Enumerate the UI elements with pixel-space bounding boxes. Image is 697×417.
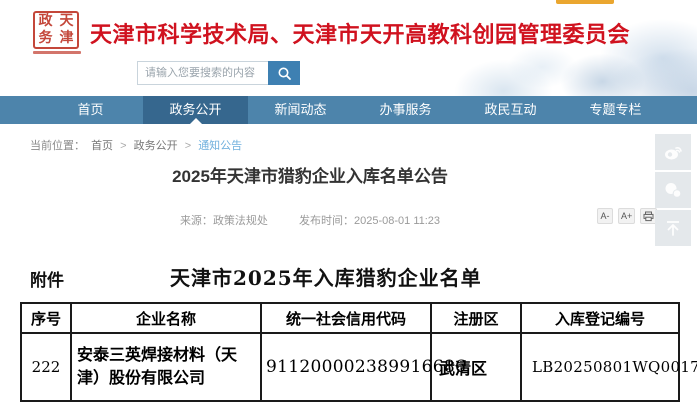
- font-increase-button[interactable]: A+: [618, 208, 635, 224]
- nav-item-special-topics[interactable]: 专题专栏: [563, 96, 668, 124]
- time-value: 2025-08-01 11:23: [354, 215, 440, 227]
- nav-item-news[interactable]: 新闻动态: [248, 96, 353, 124]
- site-logo-seal: 政 天 务 津: [33, 11, 87, 59]
- cell-credit-code: 911200002389916686: [261, 333, 431, 401]
- font-controls: A- A+: [597, 208, 657, 224]
- share-toolbar: [655, 134, 691, 246]
- top-float-tab: [556, 0, 614, 4]
- nav-item-interaction[interactable]: 政民互动: [458, 96, 563, 124]
- col-header-company: 企业名称: [71, 303, 261, 333]
- seal-char: 政: [35, 13, 56, 30]
- arrow-up-icon: [662, 217, 684, 239]
- breadcrumb: 当前位置： 首页 > 政务公开 > 通知公告: [30, 137, 245, 153]
- col-header-reg-no: 入库登记编号: [521, 303, 679, 333]
- breadcrumb-separator: >: [120, 140, 126, 152]
- share-wechat-button[interactable]: [655, 172, 691, 208]
- source-value: 政策法规处: [213, 215, 268, 227]
- site-title: 天津市科学技术局、天津市天开高教科创园管理委员会: [90, 17, 630, 49]
- cell-district: 武清区: [431, 333, 521, 401]
- nav-item-gov-disclosure[interactable]: 政务公开: [143, 96, 248, 124]
- article-publish-time: 发布时间：2025-08-01 11:23: [299, 215, 440, 227]
- printer-icon: [643, 211, 654, 222]
- back-to-top-button[interactable]: [655, 210, 691, 246]
- seal-char: 津: [56, 30, 77, 47]
- attachment-doc-title: 天津市2025年入库猎豹企业名单: [170, 262, 482, 291]
- attachment-label: 附件: [30, 266, 64, 291]
- nav-item-home[interactable]: 首页: [38, 96, 143, 124]
- search-input[interactable]: [137, 61, 268, 85]
- source-label: 来源：: [180, 215, 213, 227]
- table-row: 222 安泰三英焊接材料（天津）股份有限公司 91120000238991668…: [21, 333, 679, 401]
- seal-caption: [33, 51, 81, 54]
- breadcrumb-link-notices[interactable]: 通知公告: [198, 140, 242, 152]
- search-icon: [277, 66, 292, 81]
- cell-seq: 222: [21, 333, 71, 401]
- main-nav: 首页 政务公开 新闻动态 办事服务 政民互动 专题专栏: [0, 96, 697, 124]
- search-button[interactable]: [268, 61, 300, 85]
- weibo-icon: [662, 141, 684, 163]
- cell-reg-no: LB20250801WQ00175: [521, 333, 679, 401]
- breadcrumb-prefix: 当前位置：: [30, 140, 85, 152]
- article-title: 2025年天津市猎豹企业入库名单公告: [0, 162, 620, 187]
- seal-characters: 政 天 务 津: [33, 11, 79, 49]
- table-header-row: 序号 企业名称 统一社会信用代码 注册区 入库登记编号: [21, 303, 679, 333]
- col-header-credit-code: 统一社会信用代码: [261, 303, 431, 333]
- enterprise-table: 序号 企业名称 统一社会信用代码 注册区 入库登记编号 222 安泰三英焊接材料…: [20, 302, 680, 402]
- page: 政 天 务 津 天津市科学技术局、天津市天开高教科创园管理委员会 首页: [0, 0, 697, 417]
- search-bar: [137, 61, 300, 85]
- col-header-seq: 序号: [21, 303, 71, 333]
- font-decrease-button[interactable]: A-: [597, 208, 613, 224]
- site-header: 政 天 务 津 天津市科学技术局、天津市天开高教科创园管理委员会: [0, 0, 697, 96]
- cell-company: 安泰三英焊接材料（天津）股份有限公司: [71, 333, 261, 401]
- article-meta: 来源：政策法规处 发布时间：2025-08-01 11:23: [0, 212, 620, 228]
- share-weibo-button[interactable]: [655, 134, 691, 170]
- seal-char: 天: [56, 13, 77, 30]
- seal-char: 务: [35, 30, 56, 47]
- time-label: 发布时间：: [299, 215, 354, 227]
- wechat-icon: [662, 179, 684, 201]
- article-source: 来源：政策法规处: [180, 215, 268, 227]
- nav-item-services[interactable]: 办事服务: [353, 96, 458, 124]
- breadcrumb-link-home[interactable]: 首页: [91, 140, 113, 152]
- breadcrumb-separator: >: [185, 140, 191, 152]
- breadcrumb-link-gov-disclosure[interactable]: 政务公开: [134, 140, 178, 152]
- col-header-district: 注册区: [431, 303, 521, 333]
